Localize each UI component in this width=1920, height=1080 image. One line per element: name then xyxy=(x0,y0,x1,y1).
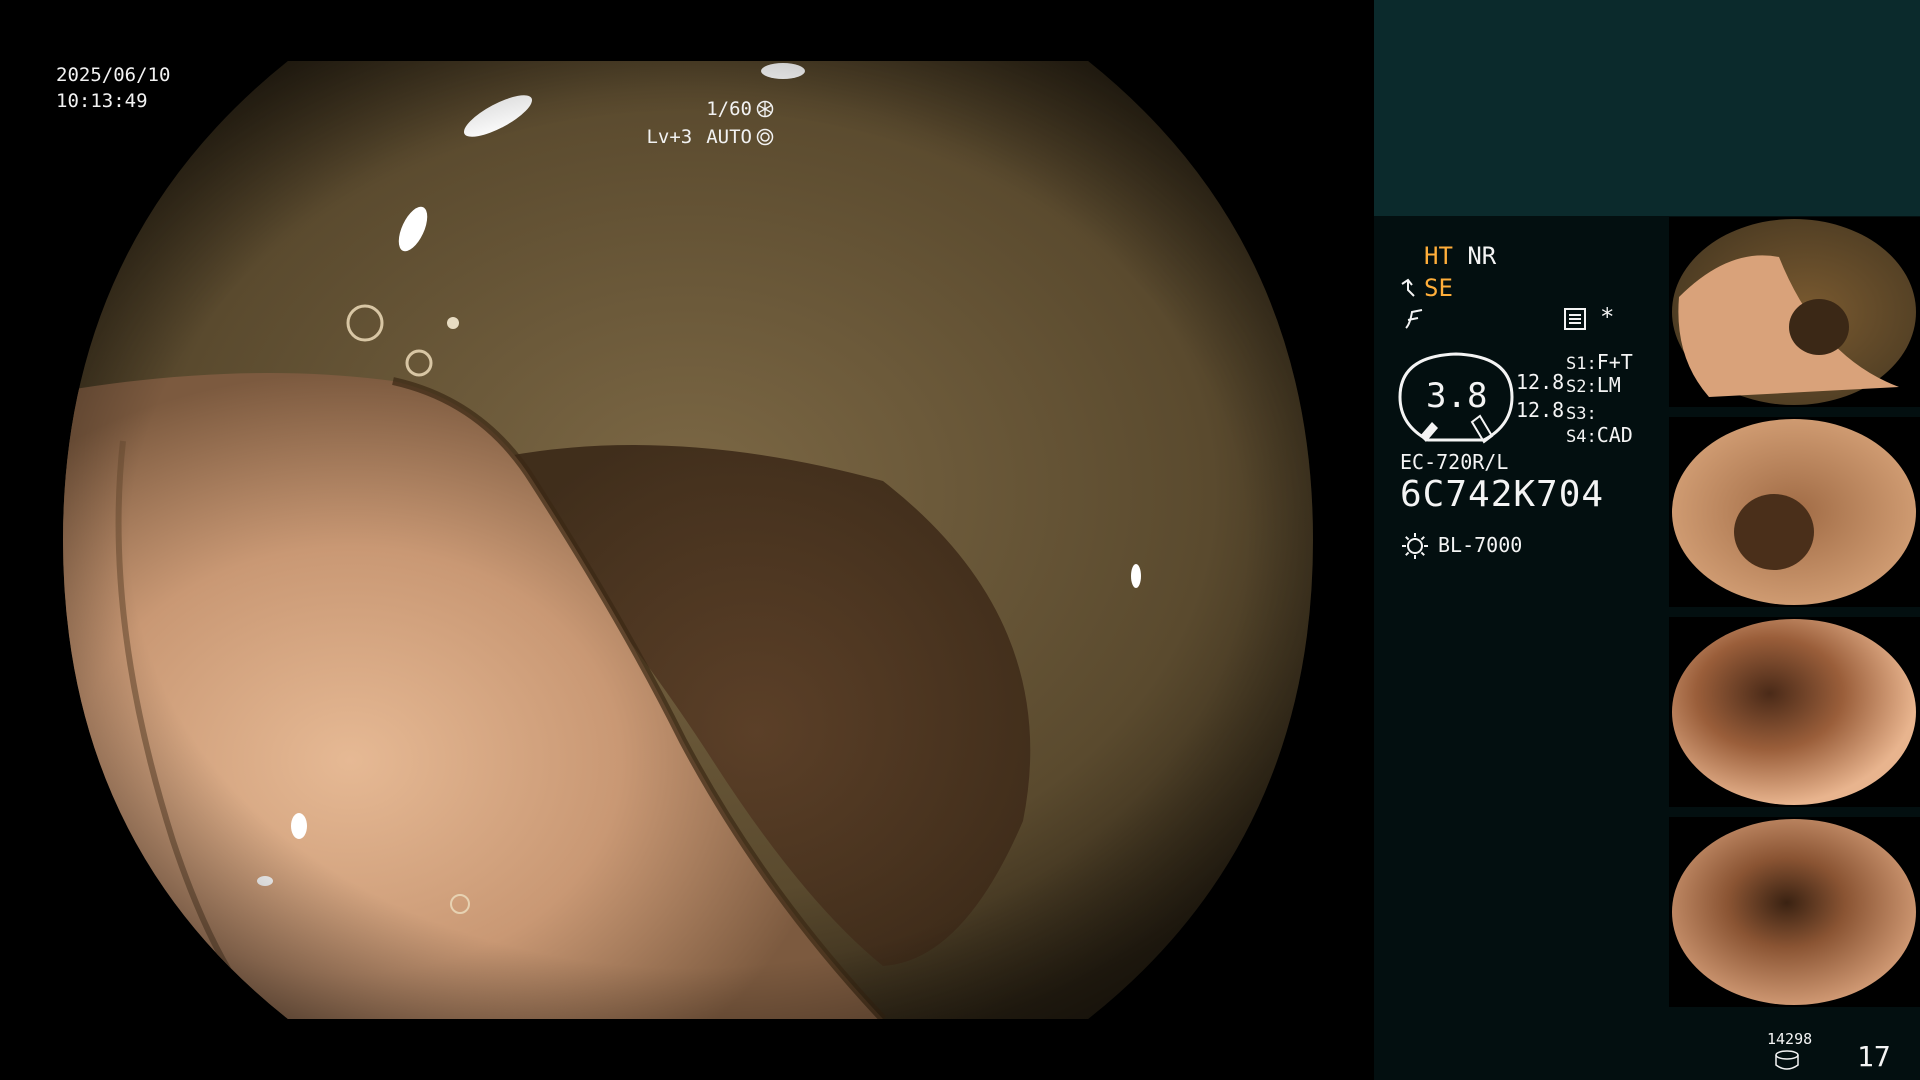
level-value: Lv+3 xyxy=(646,126,693,148)
gauge-value: 3.8 xyxy=(1426,376,1488,416)
iris-readout: Lv+3 AUTO xyxy=(646,126,774,148)
capture-thumbnail[interactable] xyxy=(1669,617,1920,807)
s1-value: F+T xyxy=(1596,350,1633,374)
s1-label: S1: xyxy=(1566,354,1597,374)
capture-thumbnail[interactable] xyxy=(1669,817,1920,1007)
s2-label: S2: xyxy=(1566,377,1597,397)
filter-icon xyxy=(1405,309,1423,329)
page-number: 17 xyxy=(1857,1040,1891,1073)
time-readout: 10:13:49 xyxy=(56,90,148,112)
s2-value: LM xyxy=(1596,373,1621,397)
s4-value: CAD xyxy=(1596,423,1633,447)
s4-setting: S4:CAD xyxy=(1566,423,1633,447)
gauge-readout-2: 12.8 xyxy=(1516,398,1565,422)
live-view: 2025/06/10 10:13:49 1/60 Lv+3 AUTO xyxy=(0,0,1374,1080)
light-source-model: BL-7000 xyxy=(1438,533,1523,557)
menu-icon xyxy=(1564,308,1586,330)
s4-label: S4: xyxy=(1566,427,1597,447)
endoscopic-image xyxy=(63,61,1313,1019)
se-indicator: SE xyxy=(1424,274,1453,302)
iris-icon xyxy=(756,128,774,146)
shutter-readout: 1/60 xyxy=(706,98,774,120)
light-source-icon xyxy=(1402,533,1428,559)
record-count: 14298 xyxy=(1767,1030,1813,1048)
asterisk-indicator: * xyxy=(1600,303,1615,331)
nr-label: NR xyxy=(1467,242,1497,270)
date-readout: 2025/06/10 xyxy=(56,64,171,86)
ht-label: HT xyxy=(1424,242,1453,270)
iris-mode: AUTO xyxy=(706,126,752,148)
capture-thumbnail[interactable] xyxy=(1669,417,1920,607)
s3-setting: S3: xyxy=(1566,400,1597,424)
panel-header-band xyxy=(1374,0,1920,216)
storage-icon xyxy=(1775,1050,1799,1070)
scope-model: EC-720R/L xyxy=(1400,450,1509,474)
shutter-value: 1/60 xyxy=(706,98,752,120)
shutter-icon xyxy=(756,100,774,118)
scope-serial: 6C742K704 xyxy=(1400,474,1605,515)
endoscopy-screen: 2025/06/10 10:13:49 1/60 Lv+3 AUTO HT NR xyxy=(0,0,1920,1080)
ht-nr-indicator: HT NR xyxy=(1424,242,1496,270)
capture-thumbnail[interactable] xyxy=(1669,217,1920,407)
s1-setting: S1:F+T xyxy=(1566,350,1633,374)
s3-label: S3: xyxy=(1566,404,1597,424)
gauge-readout-1: 12.8 xyxy=(1516,370,1565,394)
structure-enhance-icon xyxy=(1401,278,1415,297)
se-label: SE xyxy=(1424,274,1453,302)
s2-setting: S2:LM xyxy=(1566,373,1621,397)
